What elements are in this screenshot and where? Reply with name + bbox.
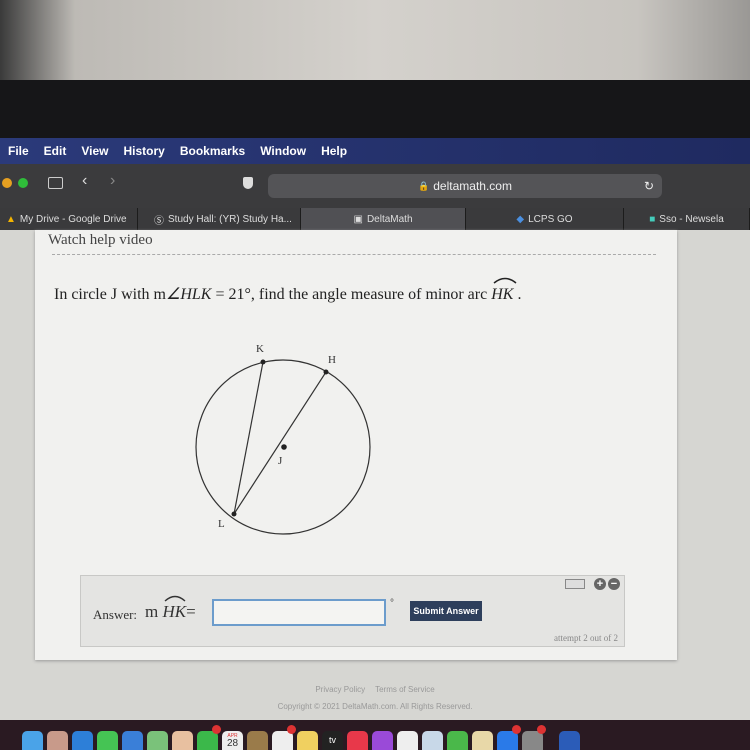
q-angle: ∠HLK: [165, 286, 212, 303]
point-j: [281, 444, 287, 450]
contacts-icon[interactable]: [247, 731, 268, 750]
zoom-button[interactable]: [18, 178, 28, 188]
answer-math: m HK =: [145, 595, 196, 622]
menu-history[interactable]: History: [123, 144, 164, 158]
back-icon[interactable]: ‹: [82, 172, 87, 190]
podcasts-icon[interactable]: [372, 731, 393, 750]
maps-icon[interactable]: [147, 731, 168, 750]
menu-file[interactable]: File: [8, 144, 29, 158]
zoom-in-icon[interactable]: +: [594, 578, 606, 590]
reload-icon[interactable]: ↻: [644, 179, 654, 193]
menu-edit[interactable]: Edit: [44, 144, 67, 158]
sidebar-icon[interactable]: [48, 177, 63, 189]
answer-input[interactable]: [212, 599, 386, 626]
footer-links: Privacy Policy Terms of Service: [0, 685, 750, 694]
keyboard-icon[interactable]: [565, 579, 585, 589]
address-bar[interactable]: 🔒 deltamath.com ↻: [268, 174, 662, 198]
shield-icon[interactable]: [243, 177, 253, 189]
privacy-link[interactable]: Privacy Policy: [315, 685, 365, 694]
menu-view[interactable]: View: [81, 144, 108, 158]
q-mid: , find the angle measure of minor arc: [250, 286, 492, 303]
menu-bookmarks[interactable]: Bookmarks: [180, 144, 245, 158]
copyright: Copyright © 2021 DeltaMath.com. All Righ…: [277, 702, 473, 711]
lcps-icon: ◆: [516, 213, 525, 225]
photos-icon[interactable]: [172, 731, 193, 750]
help-video-link[interactable]: Watch help video: [48, 232, 153, 249]
reminders-icon[interactable]: [272, 725, 296, 750]
messages-icon[interactable]: [97, 731, 118, 750]
forward-icon[interactable]: ›: [110, 172, 115, 190]
point-l: [231, 511, 237, 517]
label-l: L: [218, 518, 225, 530]
apple-tv-icon[interactable]: tv: [322, 731, 343, 750]
answer-box: + − Answer: m HK = ° Submit Answer attemp…: [80, 575, 625, 647]
news-icon[interactable]: [397, 731, 418, 750]
app-store-icon[interactable]: [497, 725, 521, 750]
dock: APR 28 tv: [15, 725, 735, 750]
tab-google-drive[interactable]: ▲ My Drive - Google Drive: [0, 208, 138, 230]
tab-label: My Drive - Google Drive: [19, 213, 127, 225]
url-text: deltamath.com: [433, 179, 512, 193]
deltamath-icon: ▣: [353, 213, 363, 225]
tab-newsela[interactable]: ■ Sso - Newsela: [624, 208, 750, 230]
menu-window[interactable]: Window: [260, 144, 306, 158]
point-h: [323, 369, 329, 375]
circle-diagram: K H J L: [195, 343, 371, 535]
q-arc: HK: [491, 277, 517, 303]
tab-label: DeltaMath: [366, 213, 413, 225]
menu-bar: File Edit View History Bookmarks Window …: [0, 138, 750, 164]
screen-bezel: [0, 80, 750, 138]
tab-label: Sso - Newsela: [659, 213, 724, 225]
q-prefix: In circle J with m: [54, 286, 166, 303]
keynote-icon[interactable]: [422, 731, 443, 750]
notes-icon[interactable]: [297, 731, 318, 750]
mail-icon[interactable]: [122, 731, 143, 750]
newsela-icon: ■: [649, 213, 656, 225]
pages-icon[interactable]: [472, 731, 493, 750]
terms-link[interactable]: Terms of Service: [375, 685, 435, 694]
q-eq: = 21°: [211, 286, 251, 303]
numbers-icon[interactable]: [447, 731, 468, 750]
launchpad-icon[interactable]: [47, 731, 68, 750]
label-h: H: [328, 354, 336, 366]
question-text: In circle J with m∠HLK = 21°, find the a…: [54, 277, 522, 304]
tab-label: LCPS GO: [528, 213, 573, 225]
calendar-icon[interactable]: APR 28: [222, 731, 243, 750]
background-photo: [0, 0, 750, 85]
answer-label: Answer:: [93, 607, 138, 622]
tab-deltamath[interactable]: ▣ DeltaMath: [301, 208, 466, 230]
q-end: .: [513, 286, 522, 303]
word-icon[interactable]: [559, 731, 580, 750]
finder-icon[interactable]: [22, 731, 43, 750]
divider: [52, 254, 656, 255]
zoom-out-icon[interactable]: −: [608, 578, 620, 590]
lock-icon: 🔒: [418, 180, 430, 191]
degree-symbol: °: [390, 598, 394, 609]
tab-lcps-go[interactable]: ◆ LCPS GO: [466, 208, 624, 230]
music-icon[interactable]: [347, 731, 368, 750]
label-k: K: [256, 343, 264, 355]
tab-bar: ▲ My Drive - Google Drive Ⓢ Study Hall: (Y…: [0, 208, 750, 230]
tab-study-hall[interactable]: Ⓢ Study Hall: (YR) Study Ha...: [138, 208, 301, 230]
menu-help[interactable]: Help: [321, 144, 347, 158]
facetime-icon[interactable]: [197, 725, 221, 750]
schoology-icon: Ⓢ: [154, 215, 164, 227]
safari-icon[interactable]: [72, 731, 93, 750]
minimize-button[interactable]: [2, 178, 12, 188]
label-j: J: [278, 455, 283, 467]
drive-icon: ▲: [6, 213, 16, 225]
submit-answer-button[interactable]: Submit Answer: [410, 601, 482, 621]
system-preferences-icon[interactable]: [522, 725, 546, 750]
tab-label: Study Hall: (YR) Study Ha...: [168, 213, 292, 225]
point-k: [260, 359, 266, 365]
attempt-counter: attempt 2 out of 2: [554, 633, 618, 643]
